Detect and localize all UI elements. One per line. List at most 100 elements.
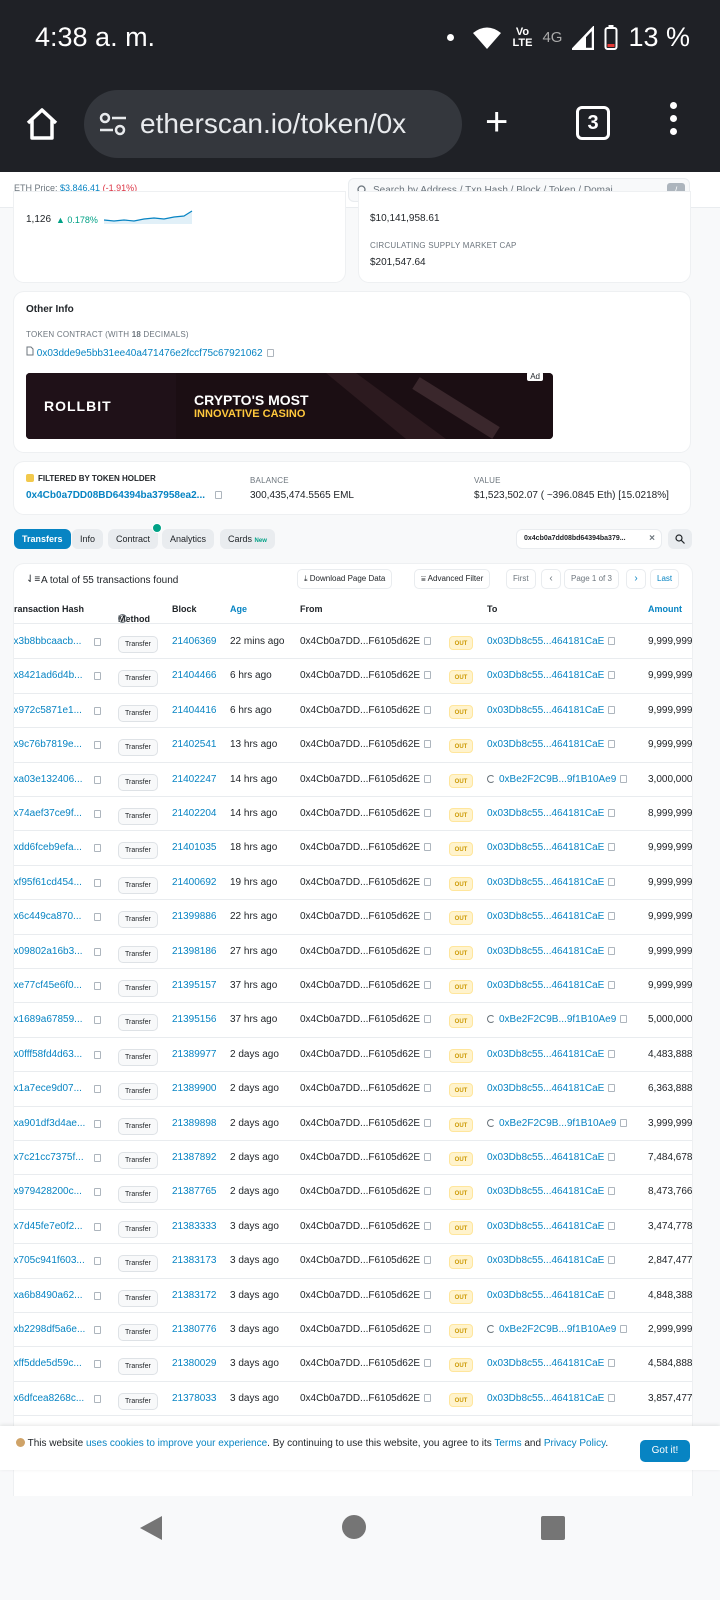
copy-icon[interactable]	[608, 809, 616, 817]
home-icon[interactable]	[22, 104, 62, 144]
to-address-text[interactable]: 0x03Db8c55...464181CaE	[487, 1083, 604, 1094]
copy-icon[interactable]	[94, 672, 101, 681]
block-number[interactable]: 21400692	[172, 877, 217, 888]
copy-icon[interactable]	[424, 1256, 432, 1265]
txn-hash[interactable]: 0x7c21cc7375f...	[14, 1152, 84, 1163]
table-search-button[interactable]	[668, 529, 692, 549]
to-address-text[interactable]: 0x03Db8c55...464181CaE	[487, 980, 604, 991]
to-address-text[interactable]: 0x03Db8c55...464181CaE	[487, 1393, 604, 1404]
tab-cards[interactable]: Cards New	[220, 529, 275, 549]
to-address-text[interactable]: 0x03Db8c55...464181CaE	[487, 877, 604, 888]
to-address-text[interactable]: 0x03Db8c55...464181CaE	[487, 842, 604, 853]
copy-icon[interactable]	[424, 1393, 432, 1402]
txn-hash[interactable]: 0x6c449ca870...	[14, 911, 81, 922]
copy-icon[interactable]	[424, 774, 432, 783]
terms-link[interactable]: Terms	[494, 1438, 521, 1449]
copy-icon[interactable]	[424, 1325, 432, 1333]
copy-icon[interactable]	[94, 1188, 101, 1197]
copy-icon[interactable]	[94, 775, 101, 784]
copy-icon[interactable]	[608, 981, 616, 989]
txn-hash[interactable]: 0xe77cf45e6f0...	[14, 980, 82, 991]
txn-hash[interactable]: 0x705c941f603...	[14, 1255, 85, 1266]
copy-icon[interactable]	[424, 1153, 432, 1161]
recents-icon[interactable]	[540, 1515, 566, 1541]
block-number[interactable]: 21383333	[172, 1221, 217, 1232]
txn-hash[interactable]: 0x1a7ece9d07...	[14, 1083, 82, 1094]
from-address-text[interactable]: 0x4Cb0a7DD...F6105d62E	[300, 1393, 420, 1404]
advanced-filter-button[interactable]: ⩸ Advanced Filter	[414, 569, 491, 589]
from-address-text[interactable]: 0x4Cb0a7DD...F6105d62E	[300, 1255, 420, 1266]
block-number[interactable]: 21387765	[172, 1186, 217, 1197]
copy-icon[interactable]	[608, 1153, 616, 1161]
copy-icon[interactable]	[608, 946, 616, 955]
copy-icon[interactable]	[424, 1118, 432, 1127]
privacy-link[interactable]: Privacy Policy	[544, 1438, 606, 1449]
copy-icon[interactable]	[94, 810, 101, 818]
from-address-text[interactable]: 0x4Cb0a7DD...F6105d62E	[300, 946, 420, 957]
tab-contract[interactable]: Contract	[108, 523, 162, 549]
copy-icon[interactable]	[424, 740, 432, 749]
copy-icon[interactable]	[608, 1256, 616, 1265]
txn-hash[interactable]: 0xb2298df5a6e...	[14, 1324, 85, 1335]
txn-hash[interactable]: 0xff5dde5d59c...	[14, 1358, 82, 1369]
copy-icon[interactable]	[424, 637, 432, 645]
copy-icon[interactable]	[94, 1257, 101, 1266]
cookie-accept-button[interactable]: Got it!	[640, 1440, 690, 1462]
copy-icon[interactable]	[620, 1118, 628, 1127]
to-address-text[interactable]: 0x03Db8c55...464181CaE	[487, 1255, 604, 1266]
block-number[interactable]: 21395157	[172, 980, 217, 991]
txn-hash[interactable]: 0x0fff58fd4d63...	[14, 1049, 82, 1060]
back-icon[interactable]	[138, 1514, 164, 1542]
copy-icon[interactable]	[94, 706, 101, 715]
copy-icon[interactable]	[424, 912, 432, 921]
block-number[interactable]: 21404466	[172, 670, 217, 681]
copy-icon[interactable]	[424, 877, 432, 886]
from-address-text[interactable]: 0x4Cb0a7DD...F6105d62E	[300, 1358, 420, 1369]
from-address-text[interactable]: 0x4Cb0a7DD...F6105d62E	[300, 670, 420, 681]
txn-hash[interactable]: 0x8421ad6d4b...	[14, 670, 83, 681]
copy-icon[interactable]	[424, 705, 432, 714]
from-address-text[interactable]: 0x4Cb0a7DD...F6105d62E	[300, 774, 420, 785]
from-address-text[interactable]: 0x4Cb0a7DD...F6105d62E	[300, 1049, 420, 1060]
txn-hash[interactable]: 0x74aef37ce9f...	[14, 808, 82, 819]
copy-icon[interactable]	[94, 982, 101, 990]
copy-icon[interactable]	[94, 913, 101, 922]
copy-icon[interactable]	[424, 1049, 432, 1058]
copy-icon[interactable]	[266, 349, 274, 357]
copy-icon[interactable]	[94, 1291, 101, 1300]
filter-holder-address[interactable]: 0x4Cb0a7DD08BD64394ba37958ea2...	[26, 490, 205, 501]
copy-icon[interactable]	[424, 946, 432, 955]
to-address-text[interactable]: 0x03Db8c55...464181CaE	[487, 946, 604, 957]
from-address-text[interactable]: 0x4Cb0a7DD...F6105d62E	[300, 842, 420, 853]
block-number[interactable]: 21395156	[172, 1014, 217, 1025]
copy-icon[interactable]	[608, 1084, 616, 1093]
to-address-text[interactable]: 0x03Db8c55...464181CaE	[487, 1186, 604, 1197]
copy-icon[interactable]	[424, 1187, 432, 1196]
to-address-text[interactable]: 0x03Db8c55...464181CaE	[487, 1049, 604, 1060]
clear-filter-icon[interactable]: ×	[649, 530, 655, 548]
to-address-text[interactable]: 0x03Db8c55...464181CaE	[487, 1290, 604, 1301]
to-address-text[interactable]: 0x03Db8c55...464181CaE	[487, 636, 604, 647]
txn-hash[interactable]: 0x09802a16b3...	[14, 946, 83, 957]
block-number[interactable]: 21389900	[172, 1083, 217, 1094]
from-address-text[interactable]: 0x4Cb0a7DD...F6105d62E	[300, 1290, 420, 1301]
copy-icon[interactable]	[424, 1015, 432, 1024]
txn-hash[interactable]: 0xa03e132406...	[14, 774, 83, 785]
site-settings-icon[interactable]	[98, 110, 128, 138]
copy-icon[interactable]	[424, 671, 432, 680]
txn-hash[interactable]: 0x6dfcea8268c...	[14, 1393, 84, 1404]
to-address-text[interactable]: 0x03Db8c55...464181CaE	[487, 808, 604, 819]
from-address-text[interactable]: 0x4Cb0a7DD...F6105d62E	[300, 1186, 420, 1197]
more-menu-icon[interactable]	[670, 102, 678, 141]
to-address-text[interactable]: 0xBe2F2C9B...9f1B10Ae9	[499, 1118, 616, 1129]
to-address-text[interactable]: 0x03Db8c55...464181CaE	[487, 705, 604, 716]
address-bar[interactable]: etherscan.io/token/0x	[84, 90, 462, 158]
col-amount[interactable]: Amount	[648, 604, 682, 614]
copy-icon[interactable]	[94, 1085, 101, 1094]
block-number[interactable]: 21378033	[172, 1393, 217, 1404]
tab-analytics[interactable]: Analytics	[162, 529, 215, 549]
copy-icon[interactable]	[608, 1290, 616, 1299]
to-address-text[interactable]: 0xBe2F2C9B...9f1B10Ae9	[499, 774, 616, 785]
info-icon[interactable]: ?	[118, 614, 127, 623]
from-address-text[interactable]: 0x4Cb0a7DD...F6105d62E	[300, 1152, 420, 1163]
